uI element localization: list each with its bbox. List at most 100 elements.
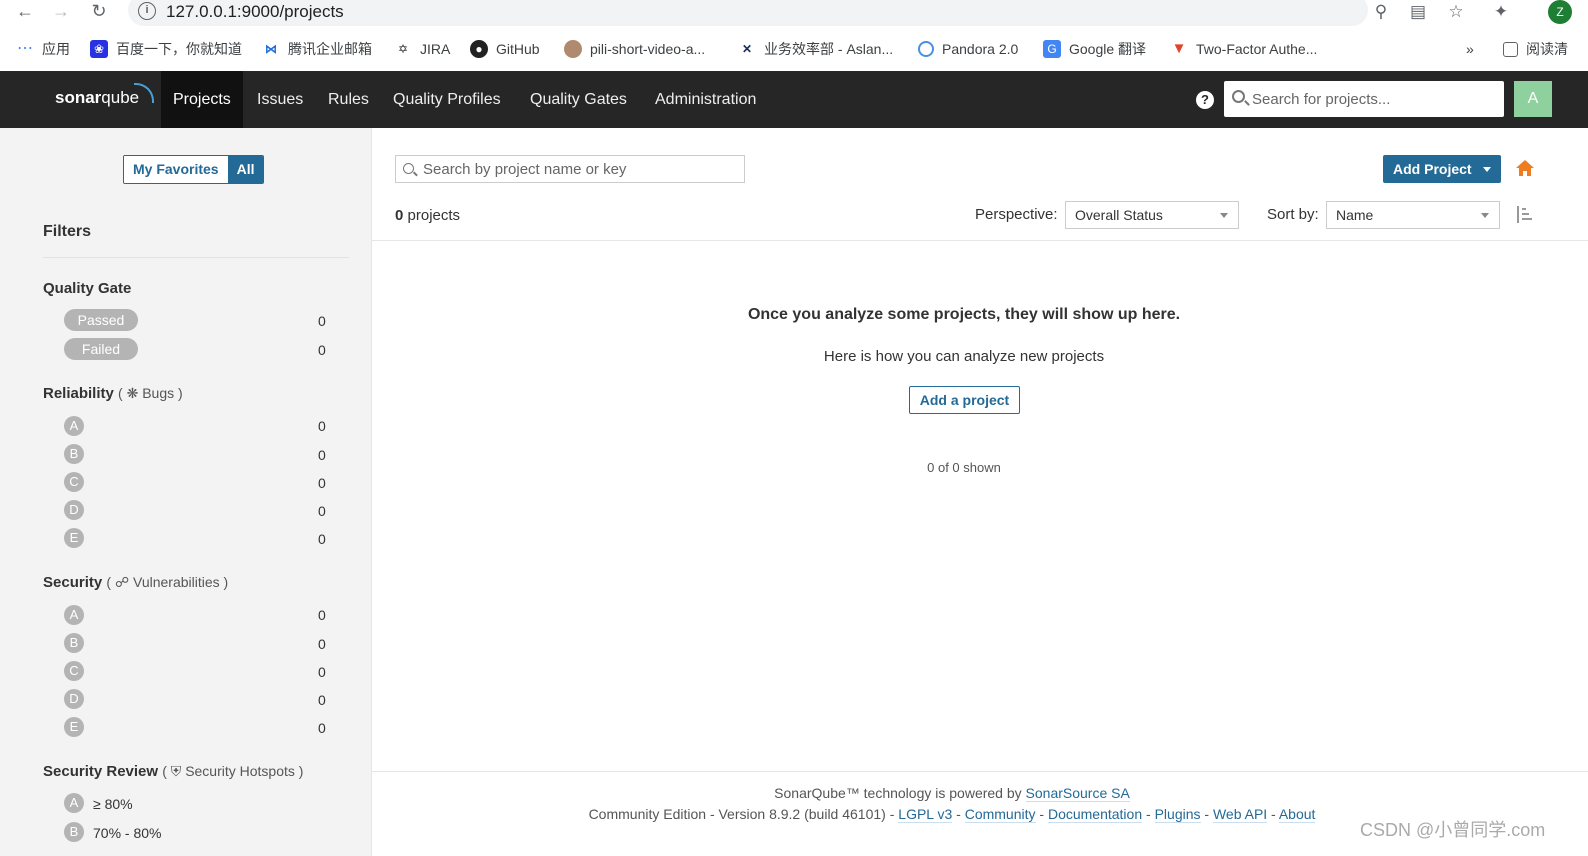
nav-quality-gates[interactable]: Quality Gates	[518, 71, 639, 128]
rating-a[interactable]: A	[64, 605, 84, 625]
bookmark-jira[interactable]: ✡ JIRA	[394, 36, 450, 62]
facet-count: 0	[318, 475, 326, 491]
sort-value: Name	[1336, 207, 1374, 223]
logo-wave-icon	[134, 83, 154, 103]
global-search-input[interactable]	[1252, 81, 1497, 117]
security-review-title[interactable]: Security Review ( ⛨ Security Hotspots )	[43, 763, 303, 780]
bookmark-baidu[interactable]: ❀ 百度一下，你就知道	[90, 36, 242, 62]
facet-count: 0	[318, 531, 326, 547]
jira-icon: ✡	[397, 42, 409, 56]
github-icon: ●	[470, 40, 488, 58]
nav-projects[interactable]: Projects	[161, 71, 243, 128]
bookmark-github[interactable]: ● GitHub	[470, 36, 540, 62]
bookmark-aslan[interactable]: ✕ 业务效率部 - Aslan...	[738, 36, 893, 62]
url-text[interactable]: 127.0.0.1:9000/projects	[166, 2, 344, 22]
rating-c[interactable]: C	[64, 661, 84, 681]
nav-quality-profiles[interactable]: Quality Profiles	[381, 71, 513, 128]
security-title[interactable]: Security ( ☍ Vulnerabilities )	[43, 574, 228, 591]
about-link[interactable]: About	[1278, 806, 1316, 823]
reading-list-label: 阅读清	[1526, 41, 1568, 57]
home-icon[interactable]	[1515, 158, 1535, 178]
forward-arrow-icon[interactable]: →	[50, 0, 72, 22]
user-avatar[interactable]: A	[1514, 81, 1552, 117]
project-search-input[interactable]	[423, 156, 738, 182]
reliability-title[interactable]: Reliability ( ❋ Bugs )	[43, 385, 183, 402]
sort-select[interactable]: Name	[1326, 201, 1500, 229]
bookmark-label: JIRA	[420, 41, 451, 57]
my-favorites-button[interactable]: My Favorites	[124, 156, 228, 183]
quality-gate-title[interactable]: Quality Gate	[43, 280, 131, 297]
hotspot-range-label: 70% - 80%	[93, 825, 162, 841]
gitlab-icon: ▼	[1171, 40, 1187, 57]
star-icon[interactable]: ☆	[1445, 1, 1467, 23]
perspective-value: Overall Status	[1075, 207, 1163, 223]
help-icon[interactable]: ?	[1196, 91, 1214, 109]
bookmarks-overflow[interactable]: »	[1466, 36, 1474, 62]
key-icon[interactable]: ⚲	[1370, 1, 1392, 23]
rating-a[interactable]: A	[64, 793, 84, 813]
rating-e[interactable]: E	[64, 717, 84, 737]
security-sub: ( ☍ Vulnerabilities )	[106, 574, 229, 590]
logo-prefix: sonar	[55, 88, 102, 107]
rating-d[interactable]: D	[64, 689, 84, 709]
rating-d[interactable]: D	[64, 500, 84, 520]
bookmark-two-factor[interactable]: ▼ Two-Factor Authe...	[1170, 36, 1318, 62]
footer-links: Community Edition - Version 8.9.2 (build…	[588, 806, 1316, 823]
back-arrow-icon[interactable]: ←	[14, 0, 36, 22]
project-count: 0 projects	[395, 207, 460, 224]
rating-c[interactable]: C	[64, 472, 84, 492]
rating-e[interactable]: E	[64, 528, 84, 548]
site-info-icon[interactable]: i	[138, 2, 156, 20]
bugs-label: Bugs	[142, 385, 175, 401]
translate-icon[interactable]: ▤	[1407, 1, 1429, 23]
bookmark-label: Pandora 2.0	[942, 41, 1019, 57]
bookmark-pandora[interactable]: Pandora 2.0	[918, 36, 1018, 62]
security-label: Security	[43, 574, 103, 591]
add-project-button[interactable]: Add Project	[1383, 155, 1501, 183]
lock-icon: ☍	[114, 574, 130, 590]
rating-b[interactable]: B	[64, 444, 84, 464]
facet-count: 0	[318, 692, 326, 708]
sonarsource-link[interactable]: SonarSource SA	[1025, 785, 1130, 802]
security-hotspots-label: Security Hotspots	[185, 763, 295, 779]
add-a-project-button[interactable]: Add a project	[909, 386, 1020, 414]
license-link[interactable]: LGPL v3	[898, 806, 953, 823]
plugins-link[interactable]: Plugins	[1154, 806, 1201, 823]
security-review-label: Security Review	[43, 763, 159, 780]
bookmark-apps[interactable]: ⋯ 应用	[16, 36, 70, 62]
nav-issues[interactable]: Issues	[245, 71, 315, 128]
quality-gate-failed[interactable]: Failed	[64, 338, 138, 360]
rating-a[interactable]: A	[64, 416, 84, 436]
search-icon	[1232, 90, 1245, 103]
bookmark-label: GitHub	[496, 41, 540, 57]
community-link[interactable]: Community	[964, 806, 1036, 823]
web-api-link[interactable]: Web API	[1212, 806, 1268, 823]
nav-rules[interactable]: Rules	[316, 71, 381, 128]
divider	[372, 240, 1588, 241]
sort-direction-icon[interactable]	[1516, 205, 1534, 225]
perspective-select[interactable]: Overall Status	[1065, 201, 1239, 229]
nav-administration[interactable]: Administration	[643, 71, 768, 128]
rating-b[interactable]: B	[64, 822, 84, 842]
reload-icon[interactable]: ↻	[88, 0, 110, 22]
bookmark-label: 腾讯企业邮箱	[288, 41, 372, 57]
bookmark-label: Google 翻译	[1069, 41, 1147, 57]
bookmark-google-translate[interactable]: G Google 翻译	[1043, 36, 1146, 62]
extensions-icon[interactable]: ✦	[1490, 1, 1512, 23]
quality-gate-passed[interactable]: Passed	[64, 309, 138, 331]
sonarqube-logo[interactable]: sonarqube	[55, 88, 139, 108]
watermark: CSDN @小曾同学.com	[1360, 820, 1546, 840]
documentation-link[interactable]: Documentation	[1047, 806, 1143, 823]
rating-b[interactable]: B	[64, 633, 84, 653]
divider	[43, 257, 349, 258]
profile-avatar[interactable]: Z	[1548, 0, 1572, 24]
bookmark-label: Two-Factor Authe...	[1196, 41, 1318, 57]
bookmark-pili[interactable]: pili-short-video-a...	[564, 36, 705, 62]
pandora-icon	[918, 41, 934, 57]
empty-state-title: Once you analyze some projects, they wil…	[747, 306, 1181, 323]
reliability-label: Reliability	[43, 385, 114, 402]
bookmark-tencent-mail[interactable]: ⋈ 腾讯企业邮箱	[262, 36, 372, 62]
perspective-label: Perspective:	[975, 206, 1058, 223]
all-button[interactable]: All	[227, 156, 264, 183]
reading-list[interactable]: 阅读清	[1503, 36, 1568, 62]
